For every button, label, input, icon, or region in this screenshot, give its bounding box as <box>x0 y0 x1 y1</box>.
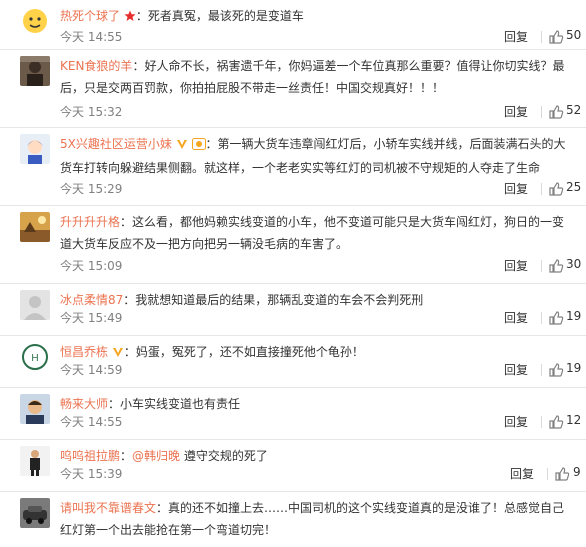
username-link[interactable]: KEN食狼的羊 <box>60 59 132 73</box>
username-link[interactable]: 畅来大师 <box>60 397 108 411</box>
reply-button[interactable]: 回复 <box>504 257 528 274</box>
comment-item: 畅来大师：小车实线变道也有责任 今天 14:55 回复 12 <box>0 388 586 440</box>
reply-button[interactable]: 回复 <box>510 465 534 482</box>
avatar[interactable] <box>20 290 50 320</box>
like-thumb-icon[interactable] <box>548 414 564 430</box>
reply-button[interactable]: 回复 <box>504 28 528 45</box>
comment-body: 遵守交规的死了 <box>183 449 268 463</box>
divider <box>541 31 542 43</box>
comment-item: 冰点柔情87：我就想知道最后的结果，那辆乱变道的车会不会判死刑 今天 15:49… <box>0 284 586 336</box>
fan-badge-icon <box>191 135 206 157</box>
comment-time: 今天 15:32 <box>60 105 123 119</box>
avatar[interactable] <box>20 446 50 476</box>
svg-text:H: H <box>31 353 38 364</box>
username-link[interactable]: 升升升升格 <box>60 215 120 229</box>
avatar[interactable] <box>20 6 50 36</box>
mention-link[interactable]: @韩归晚 <box>132 449 180 463</box>
reply-button[interactable]: 回复 <box>504 413 528 430</box>
comment-item: 热死个球了 ：死者真冤，最该死的是变道车 今天 14:55 回复 50 <box>0 0 586 50</box>
divider <box>541 106 542 118</box>
like-count: 52 <box>566 103 582 117</box>
comment-time: 今天 14:59 <box>60 363 123 377</box>
comment-text: 恒昌乔栋 ：妈蛋，冤死了，还不如直接撞死他个龟孙！ <box>60 341 570 365</box>
comment-time: 今天 15:29 <box>60 182 123 196</box>
username-link[interactable]: 恒昌乔栋 <box>60 345 108 359</box>
username-link[interactable]: 请叫我不靠谱春文 <box>60 501 156 515</box>
comment-text: 冰点柔情87：我就想知道最后的结果，那辆乱变道的车会不会判死刑 <box>60 293 424 307</box>
comment-body: 我就想知道最后的结果，那辆乱变道的车会不会判死刑 <box>135 293 424 307</box>
comment-text: 畅来大师：小车实线变道也有责任 <box>60 397 241 411</box>
comment-text: 热死个球了 ：死者真冤，最该死的是变道车 <box>60 5 570 29</box>
reply-button[interactable]: 回复 <box>504 180 528 197</box>
like-thumb-icon[interactable] <box>548 362 564 378</box>
divider <box>541 312 542 324</box>
reply-button[interactable]: 回复 <box>504 309 528 326</box>
comment-text: 升升升升格：这么看，都他妈赖实线变道的小车，他不变道可能只是大货车闯红灯，狗日的… <box>60 215 565 251</box>
avatar[interactable] <box>20 498 50 528</box>
comment-text: 呜呜祖拉鹏：@韩归晚 遵守交规的死了 <box>60 449 268 463</box>
divider <box>541 364 542 376</box>
username-link[interactable]: 5X兴趣社区运营小妹 <box>60 137 172 151</box>
username-link[interactable]: 呜呜祖拉鹏 <box>60 449 120 463</box>
comment-text: KEN食狼的羊：好人命不长，祸害遗千年，你妈逼差一个车位真那么重要？值得让你切实… <box>60 59 565 95</box>
avatar[interactable] <box>20 212 50 242</box>
like-thumb-icon[interactable] <box>548 258 564 274</box>
username-link[interactable]: 冰点柔情87 <box>60 293 123 307</box>
comment-body: 这么看，都他妈赖实线变道的小车，他不变道可能只是大货车闯红灯，狗日的一变道大货车… <box>60 215 565 251</box>
like-thumb-icon[interactable] <box>554 466 570 482</box>
comment-time: 今天 15:39 <box>60 467 123 481</box>
comment-text: 5X兴趣社区运营小妹 ：第一辆大货车违章闯红灯后，小轿车实线并线，后面装满石头的… <box>60 135 566 175</box>
divider <box>541 416 542 428</box>
reply-button[interactable]: 回复 <box>504 103 528 120</box>
comment-body: 妈蛋，冤死了，还不如直接撞死他个龟孙！ <box>135 345 364 359</box>
like-count: 50 <box>566 28 582 42</box>
comment-item: 请叫我不靠谱春文：真的还不如撞上去……中国司机的这个实线变道真的是没谁了！总感觉… <box>0 492 586 547</box>
comment-time: 今天 15:09 <box>60 259 123 273</box>
like-thumb-icon[interactable] <box>548 310 564 326</box>
like-thumb-icon[interactable] <box>548 29 564 45</box>
reply-button[interactable]: 回复 <box>504 361 528 378</box>
red-star-icon <box>124 7 136 29</box>
username-link[interactable]: 热死个球了 <box>60 9 120 23</box>
comment-item: 呜呜祖拉鹏：@韩归晚 遵守交规的死了 今天 15:39 回复 9 <box>0 440 586 492</box>
like-thumb-icon[interactable] <box>548 104 564 120</box>
comment-time: 今天 15:49 <box>60 311 123 325</box>
avatar[interactable] <box>20 56 50 86</box>
divider <box>547 468 548 480</box>
divider <box>541 183 542 195</box>
like-count: 9 <box>573 465 581 479</box>
comment-time: 今天 14:55 <box>60 30 123 44</box>
avatar[interactable] <box>20 394 50 424</box>
like-count: 30 <box>566 257 582 271</box>
like-thumb-icon[interactable] <box>548 181 564 197</box>
comment-body: 死者真冤，最该死的是变道车 <box>147 9 304 23</box>
like-count: 12 <box>566 413 582 427</box>
comment-item: 5X兴趣社区运营小妹 ：第一辆大货车违章闯红灯后，小轿车实线并线，后面装满石头的… <box>0 128 586 206</box>
avatar[interactable]: H <box>20 342 50 372</box>
comment-item: KEN食狼的羊：好人命不长，祸害遗千年，你妈逼差一个车位真那么重要？值得让你切实… <box>0 50 586 128</box>
comment-item: H 恒昌乔栋 ：妈蛋，冤死了，还不如直接撞死他个龟孙！ 今天 14:59 回复 … <box>0 336 586 388</box>
divider <box>541 260 542 272</box>
like-count: 19 <box>566 361 582 375</box>
like-count: 19 <box>566 309 582 323</box>
comment-text: 请叫我不靠谱春文：真的还不如撞上去……中国司机的这个实线变道真的是没谁了！总感觉… <box>60 501 565 537</box>
comment-item: 升升升升格：这么看，都他妈赖实线变道的小车，他不变道可能只是大货车闯红灯，狗日的… <box>0 206 586 284</box>
vip-v-icon <box>176 135 188 157</box>
comment-time: 今天 14:55 <box>60 415 123 429</box>
comment-body: 小车实线变道也有责任 <box>120 397 241 411</box>
like-count: 25 <box>566 180 582 194</box>
avatar[interactable] <box>20 134 50 164</box>
